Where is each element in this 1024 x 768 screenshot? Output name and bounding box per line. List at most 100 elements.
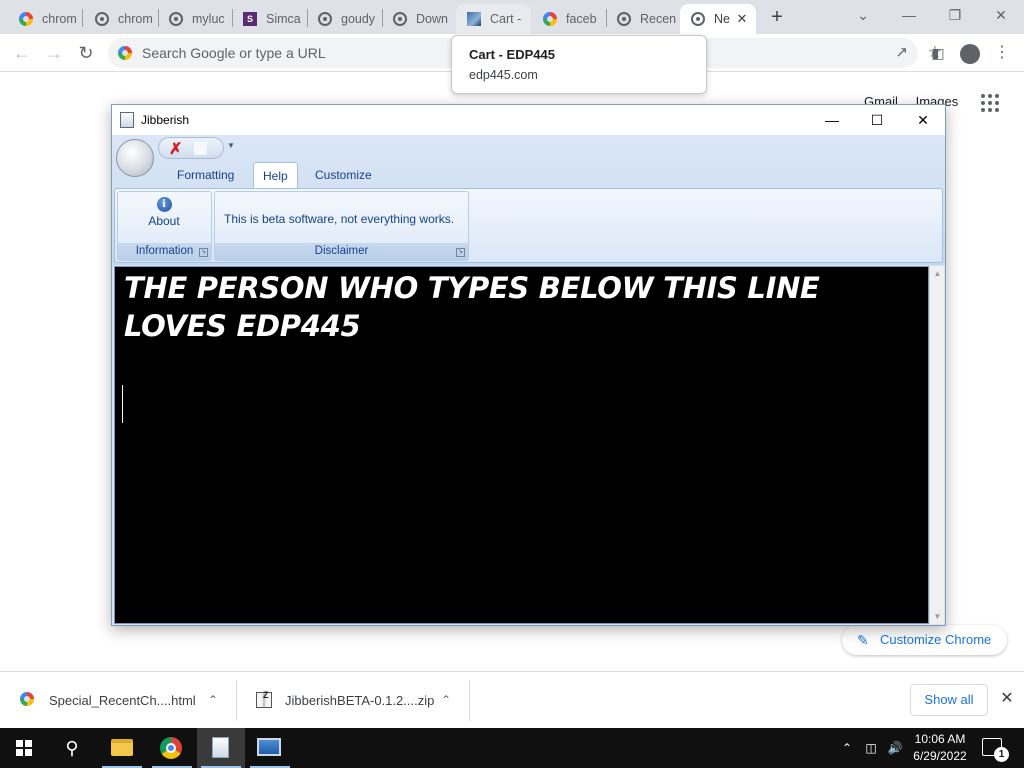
tab-label: Ne — [714, 12, 730, 26]
qat-dropdown-icon[interactable]: ▼ — [227, 141, 235, 150]
search-icon[interactable]: ⚲ — [48, 728, 96, 768]
google-icon — [18, 11, 34, 27]
back-arrow-icon[interactable]: ← — [8, 39, 36, 67]
downloads-bar: Special_RecentCh....html ⌃ JibberishBETA… — [0, 671, 1024, 728]
download-item[interactable]: Special_RecentCh....html ⌃ — [0, 672, 236, 729]
scroll-up-icon[interactable]: ▲ — [930, 266, 945, 281]
google-icon — [118, 46, 132, 60]
info-icon: i — [156, 197, 172, 212]
tab-customize[interactable]: Customize — [306, 162, 381, 188]
jibberish-window: Jibberish — ☐ ✕ ✗ ▼ Formatting Help Cust… — [111, 104, 946, 626]
google-icon — [542, 11, 558, 27]
window-titlebar[interactable]: Jibberish — ☐ ✕ — [112, 105, 945, 135]
blank-button-icon[interactable] — [194, 142, 207, 155]
app-document-icon — [120, 112, 134, 128]
customize-chrome-button[interactable]: ✎ Customize Chrome — [842, 625, 1007, 655]
hover-card-url: edp445.com — [469, 68, 538, 82]
tab-cart[interactable]: Cart - — [456, 4, 531, 34]
minimize-button[interactable]: — — [886, 0, 932, 30]
network-icon[interactable]: ◫ — [862, 739, 880, 757]
tab-active[interactable]: Ne ✕ — [680, 4, 756, 34]
scroll-down-icon[interactable]: ▼ — [930, 609, 945, 624]
app-minimize-button[interactable]: — — [809, 105, 855, 135]
close-downloads-icon[interactable]: ✕ — [996, 688, 1018, 710]
taskbar: ⚲ ⌃ ◫ 🔊 10:06 AM 6/29/2022 1 — [0, 728, 1024, 768]
chrome-taskbar-button[interactable] — [148, 728, 196, 768]
pencil-icon: ✎ — [857, 632, 869, 648]
notification-badge: 1 — [994, 747, 1009, 762]
show-all-button[interactable]: Show all — [910, 684, 988, 716]
file-explorer-button[interactable] — [98, 728, 146, 768]
jibberish-taskbar-button[interactable] — [197, 728, 245, 768]
globe-icon — [168, 11, 184, 27]
side-panel-icon[interactable]: ◧ — [924, 39, 952, 67]
tab-close-icon[interactable]: ✕ — [734, 11, 750, 27]
about-label: About — [148, 214, 180, 228]
computer-taskbar-button[interactable] — [246, 728, 294, 768]
tab-4[interactable]: S Simca — [232, 4, 304, 34]
disclaimer-group: This is beta software, not everything wo… — [214, 191, 469, 261]
address-placeholder: Search Google or type a URL — [142, 45, 326, 61]
app-document-icon — [212, 737, 229, 758]
tab-help[interactable]: Help — [253, 162, 298, 188]
globe-icon — [616, 11, 632, 27]
new-tab-button[interactable]: + — [765, 6, 789, 30]
notification-center-icon[interactable]: 1 — [982, 738, 1009, 762]
app-maximize-button[interactable]: ☐ — [854, 105, 900, 135]
ribbon: ✗ ▼ Formatting Help Customize i About In… — [112, 135, 945, 265]
red-x-icon[interactable]: ✗ — [169, 139, 182, 159]
application-orb-button[interactable] — [116, 139, 154, 177]
download-filename: Special_RecentCh....html — [49, 693, 196, 708]
customize-chrome-label: Customize Chrome — [880, 632, 992, 647]
tab-2[interactable]: chrom — [84, 4, 154, 34]
start-button[interactable] — [0, 728, 48, 768]
hover-card-title: Cart - EDP445 — [469, 47, 555, 62]
tab-3[interactable]: myluc — [158, 4, 230, 34]
apps-grid-icon[interactable] — [981, 94, 999, 112]
editor-text: THE PERSON WHO TYPES BELOW THIS LINE LOV… — [124, 271, 820, 343]
tab-label: chrom — [42, 12, 77, 26]
reload-icon[interactable]: ↻ — [72, 39, 100, 67]
text-editor[interactable]: THE PERSON WHO TYPES BELOW THIS LINE LOV… — [114, 266, 929, 624]
menu-kebab-icon[interactable]: ⋮ — [988, 39, 1016, 67]
tab-separator — [82, 9, 83, 27]
tab-label: Down — [416, 12, 448, 26]
share-icon[interactable]: ↗ — [895, 43, 908, 61]
globe-icon — [317, 11, 333, 27]
restore-button[interactable]: ❐ — [932, 0, 978, 30]
tab-label: Simca — [266, 12, 301, 26]
clock-time: 10:06 AM — [914, 732, 966, 746]
chevron-up-icon[interactable]: ⌃ — [435, 689, 457, 711]
tab-8[interactable]: faceb — [532, 4, 604, 34]
tab-1[interactable]: chrom — [8, 4, 78, 34]
clock-date: 6/29/2022 — [913, 749, 967, 763]
download-item[interactable]: JibberishBETA-0.1.2....zip ⌃ — [236, 672, 469, 729]
chrome-icon — [690, 11, 706, 27]
volume-icon[interactable]: 🔊 — [886, 739, 904, 757]
tab-formatting[interactable]: Formatting — [168, 162, 243, 188]
tab-label: myluc — [192, 12, 225, 26]
chevron-up-icon[interactable]: ⌃ — [838, 739, 856, 757]
close-button[interactable]: ✕ — [978, 0, 1024, 30]
text-caret — [122, 385, 123, 423]
app-close-button[interactable]: ✕ — [900, 105, 946, 135]
chevron-up-icon[interactable]: ⌃ — [202, 689, 224, 711]
vertical-scrollbar[interactable]: ▲ ▼ — [929, 266, 944, 624]
tab-label: Cart - — [490, 12, 522, 26]
tab-9[interactable]: Recen — [606, 4, 678, 34]
forward-arrow-icon[interactable]: → — [40, 39, 68, 67]
tab-5[interactable]: goudy — [307, 4, 379, 34]
tab-6[interactable]: Down — [382, 4, 454, 34]
dialog-launcher-icon[interactable]: ↘ — [456, 248, 465, 257]
globe-icon — [94, 11, 110, 27]
about-button[interactable]: i About — [124, 195, 204, 239]
dialog-launcher-icon[interactable]: ↘ — [199, 248, 208, 257]
tab-label: goudy — [341, 12, 376, 26]
quick-access-toolbar: ✗ — [158, 137, 224, 159]
group-label-information: Information — [118, 243, 211, 260]
tab-search-icon[interactable]: ⌄ — [840, 0, 886, 30]
profile-avatar-icon[interactable] — [956, 39, 984, 67]
tab-strip: chrom chrom myluc S Simca goudy Down Car… — [0, 0, 1024, 34]
clock[interactable]: 10:06 AM 6/29/2022 — [908, 731, 972, 765]
tab-hover-card: Cart - EDP445 edp445.com — [451, 35, 707, 94]
